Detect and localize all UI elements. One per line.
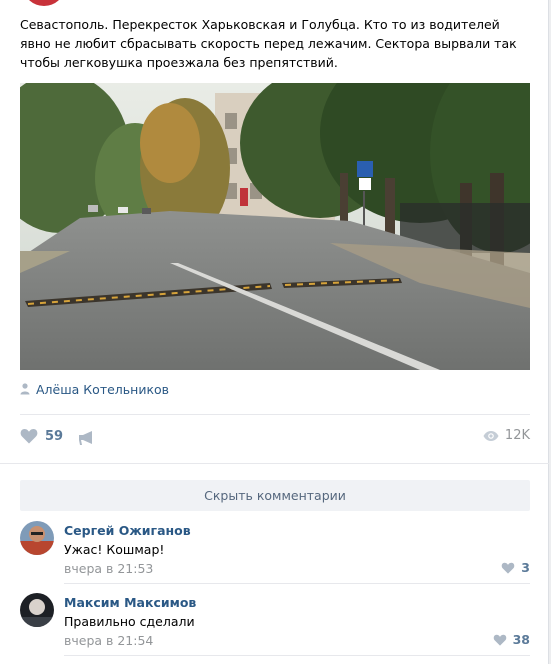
- comment-author[interactable]: Сергей Ожиганов: [64, 523, 191, 538]
- views-count: 12K: [504, 428, 530, 443]
- post-actions: 59 12K: [20, 428, 530, 452]
- comment-item: Сергей Ожиганов Ужас! Кошмар! вчера в 21…: [20, 521, 530, 585]
- comment-like-count: 3: [521, 560, 530, 575]
- like-button[interactable]: 59: [20, 428, 63, 444]
- comment-text: Ужас! Кошмар!: [64, 542, 165, 557]
- share-button[interactable]: [78, 430, 96, 450]
- divider: [64, 655, 530, 656]
- divider: [0, 463, 549, 464]
- like-count: 59: [45, 428, 64, 444]
- avatar[interactable]: [20, 593, 54, 627]
- heart-icon: [493, 634, 506, 646]
- views-counter: 12K: [483, 428, 530, 443]
- post-photo[interactable]: [20, 83, 530, 370]
- signer-name: Алёша Котельников: [36, 381, 170, 397]
- comment-date[interactable]: вчера в 21:54: [64, 633, 153, 648]
- eye-icon: [483, 430, 499, 441]
- post-signer[interactable]: Алёша Котельников: [20, 380, 169, 398]
- community-avatar[interactable]: [24, 0, 64, 6]
- comment-date[interactable]: вчера в 21:53: [64, 561, 153, 576]
- post-text: Севастополь. Перекресток Харьковская и Г…: [20, 17, 517, 70]
- heart-icon: [502, 562, 515, 574]
- heart-icon: [20, 429, 38, 444]
- comment-like-button[interactable]: 38: [493, 632, 530, 647]
- comment-item: Максим Максимов Правильно сделали вчера …: [20, 593, 530, 657]
- hide-comments-button[interactable]: Скрыть комментарии: [20, 480, 530, 511]
- divider: [64, 583, 530, 584]
- comment-text: Правильно сделали: [64, 614, 195, 629]
- megaphone-icon: [79, 431, 92, 445]
- avatar[interactable]: [20, 521, 54, 555]
- comment-author[interactable]: Максим Максимов: [64, 595, 196, 610]
- divider: [20, 414, 530, 415]
- post-card: Севастополь. Перекресток Харьковская и Г…: [0, 0, 549, 664]
- comment-like-count: 38: [512, 632, 530, 647]
- user-icon: [20, 383, 30, 395]
- comment-like-button[interactable]: 3: [501, 560, 530, 575]
